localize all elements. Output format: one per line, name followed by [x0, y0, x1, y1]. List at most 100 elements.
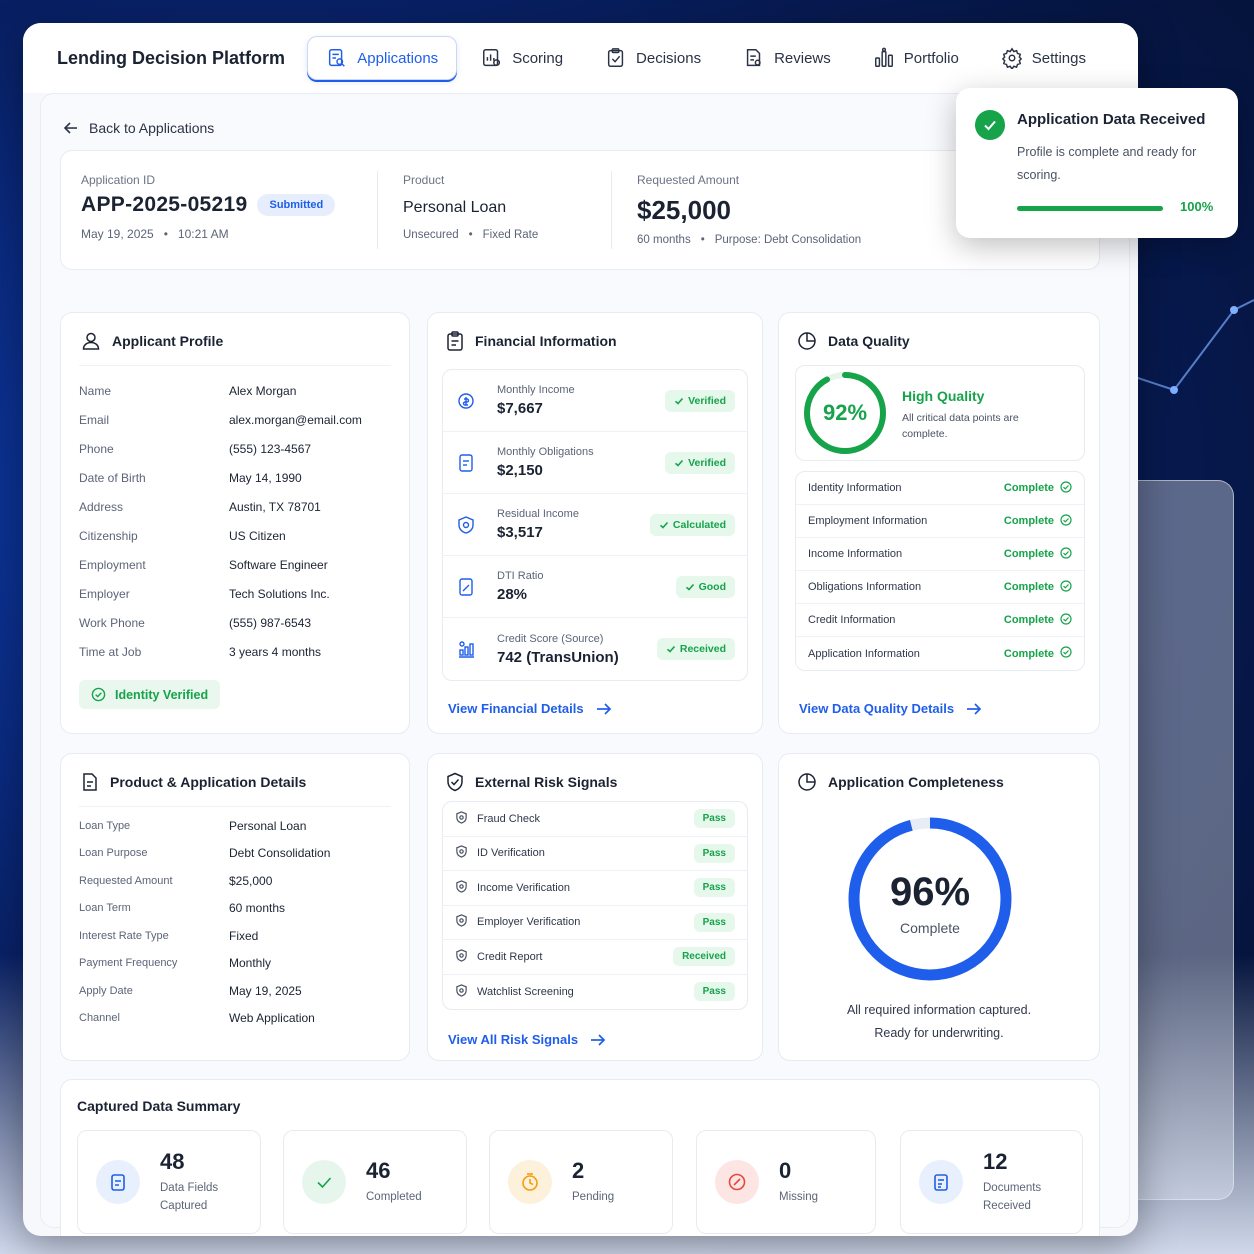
main-nav: Applications Scoring Decisions Reviews P… — [307, 36, 1104, 80]
summary-text: 0 Missing — [779, 1158, 818, 1206]
detail-value: 3 years 4 months — [229, 644, 322, 659]
detail-label: Name — [79, 383, 112, 398]
risk-signal-icon — [455, 880, 468, 896]
divider — [79, 806, 391, 807]
toast-title: Application Data Received — [1017, 111, 1206, 128]
view-financial-details-link[interactable]: View Financial Details — [448, 701, 612, 716]
detail-label: Address — [79, 499, 124, 514]
link-label: View All Risk Signals — [448, 1032, 579, 1047]
check-icon — [666, 645, 675, 653]
quality-label: Identity Information — [808, 482, 902, 494]
nav-portfolio[interactable]: Portfolio — [855, 37, 977, 79]
risk-status-pill: Received — [673, 947, 735, 967]
status-text: Complete — [1003, 614, 1054, 626]
status-pill: Verified — [665, 389, 735, 412]
financial-row: DTI Ratio 28% Good — [443, 556, 747, 618]
residual-icon — [455, 514, 477, 536]
risk-signal-icon — [455, 949, 468, 965]
product-name: Personal Loan — [403, 199, 507, 216]
check-icon — [302, 1160, 346, 1204]
detail-label: Employer — [79, 586, 130, 601]
summary-item: 2 Pending — [489, 1130, 673, 1234]
status-pill: Received — [656, 638, 735, 660]
quality-status: Complete — [1004, 579, 1072, 595]
detail-value: Tech Solutions Inc. — [229, 586, 330, 601]
nav-scoring[interactable]: Scoring — [463, 37, 581, 79]
product-block: Product Personal Loan Unsecured • Fixed … — [403, 173, 538, 241]
financial-value: $3,517 — [497, 524, 543, 541]
loan-purpose: Purpose: Debt Consolidation — [714, 234, 862, 246]
quality-desc: All critical data points are complete. — [902, 412, 1019, 440]
quality-status: Complete — [1004, 480, 1072, 496]
check-circle-icon — [1060, 480, 1072, 496]
detail-row: Employment Software Engineer — [79, 550, 399, 579]
detail-value: (555) 987-6543 — [229, 615, 312, 630]
data-quality-card: Data Quality 92% High Quality All critic… — [778, 312, 1100, 734]
card-title: Applicant Profile — [112, 333, 224, 349]
card-title: Application Completeness — [828, 774, 1004, 790]
check-icon — [984, 120, 996, 131]
card-title: Financial Information — [475, 333, 617, 349]
detail-row: Work Phone (555) 987-6543 — [79, 608, 399, 637]
financial-value: 28% — [497, 586, 528, 603]
detail-value: US Citizen — [229, 528, 286, 543]
detail-value: Austin, TX 78701 — [229, 499, 321, 514]
risk-row: ID Verification Pass — [443, 837, 747, 871]
completeness-gauge: 96% Complete — [848, 817, 1012, 981]
risk-label: Credit Report — [477, 950, 543, 963]
summary-number: 48 — [160, 1149, 185, 1174]
view-data-quality-details-link[interactable]: View Data Quality Details — [799, 701, 982, 716]
completeness-sub: Complete — [900, 920, 960, 936]
detail-value: Web Application — [229, 1011, 315, 1026]
app-id-block: Application ID APP-2025-05219 Submitted … — [81, 173, 336, 241]
detail-label: Citizenship — [79, 528, 138, 543]
status-text: Complete — [1003, 548, 1054, 560]
quality-status: Complete — [1003, 546, 1072, 562]
back-link[interactable]: Back to Applications — [63, 120, 214, 136]
detail-row: Phone (555) 123-4567 — [79, 434, 399, 463]
card-header: Product & Application Details — [81, 772, 306, 792]
back-label: Back to Applications — [89, 120, 215, 136]
summary-text: 12 Documents Received — [983, 1149, 1063, 1215]
dot-separator: • — [468, 229, 473, 241]
financial-value: $2,150 — [497, 462, 543, 479]
status-badge: Submitted — [257, 194, 336, 216]
dot-separator: • — [163, 227, 168, 241]
detail-label: Work Phone — [79, 615, 145, 630]
detail-row: Email alex.morgan@email.com — [79, 405, 399, 434]
detail-value: alex.morgan@email.com — [229, 412, 362, 427]
risk-status-pill: Pass — [693, 843, 735, 863]
check-circle-icon — [1060, 612, 1072, 628]
risk-label: Income Verification — [477, 881, 570, 894]
card-header: Financial Information — [446, 331, 617, 351]
risk-name: Watchlist Screening — [455, 984, 574, 1000]
nav-label: Scoring — [512, 49, 564, 67]
nav-settings[interactable]: Settings — [983, 37, 1104, 79]
view-all-risk-signals-link[interactable]: View All Risk Signals — [448, 1032, 606, 1047]
detail-value: Software Engineer — [229, 557, 328, 572]
applications-icon — [329, 49, 346, 67]
applicant-profile-card: Applicant Profile Name Alex Morgan Email al… — [60, 312, 410, 734]
risk-name: Income Verification — [455, 880, 570, 896]
badge-label: Identity Verified — [115, 687, 209, 702]
financial-value: $7,667 — [497, 400, 543, 417]
arrow-left-icon — [63, 122, 77, 134]
risk-row: Watchlist Screening Pass — [443, 975, 747, 1010]
pie-chart-icon — [798, 332, 816, 350]
card-header: Data Quality — [797, 331, 910, 351]
quality-status: Complete — [1003, 612, 1072, 628]
nav-decisions[interactable]: Decisions — [587, 37, 719, 79]
toast-message: Profile is complete and ready for scorin… — [1017, 145, 1197, 182]
quality-score-ring: 92% — [804, 372, 886, 454]
detail-label: Loan Term — [79, 902, 131, 915]
nav-applications[interactable]: Applications — [307, 36, 458, 80]
quality-label: Credit Information — [808, 614, 896, 626]
nav-reviews[interactable]: Reviews — [725, 37, 849, 79]
nav-label: Reviews — [774, 49, 831, 67]
user-icon — [82, 332, 100, 350]
card-title: Data Quality — [828, 333, 910, 349]
financial-row: Credit Score (Source) 742 (TransUnion) Rec… — [443, 618, 747, 680]
risk-signal-list: Fraud Check Pass ID Verification Pass Income… — [442, 801, 748, 1010]
data-fields-icon — [96, 1160, 140, 1204]
toast-progress-track — [1017, 206, 1163, 211]
